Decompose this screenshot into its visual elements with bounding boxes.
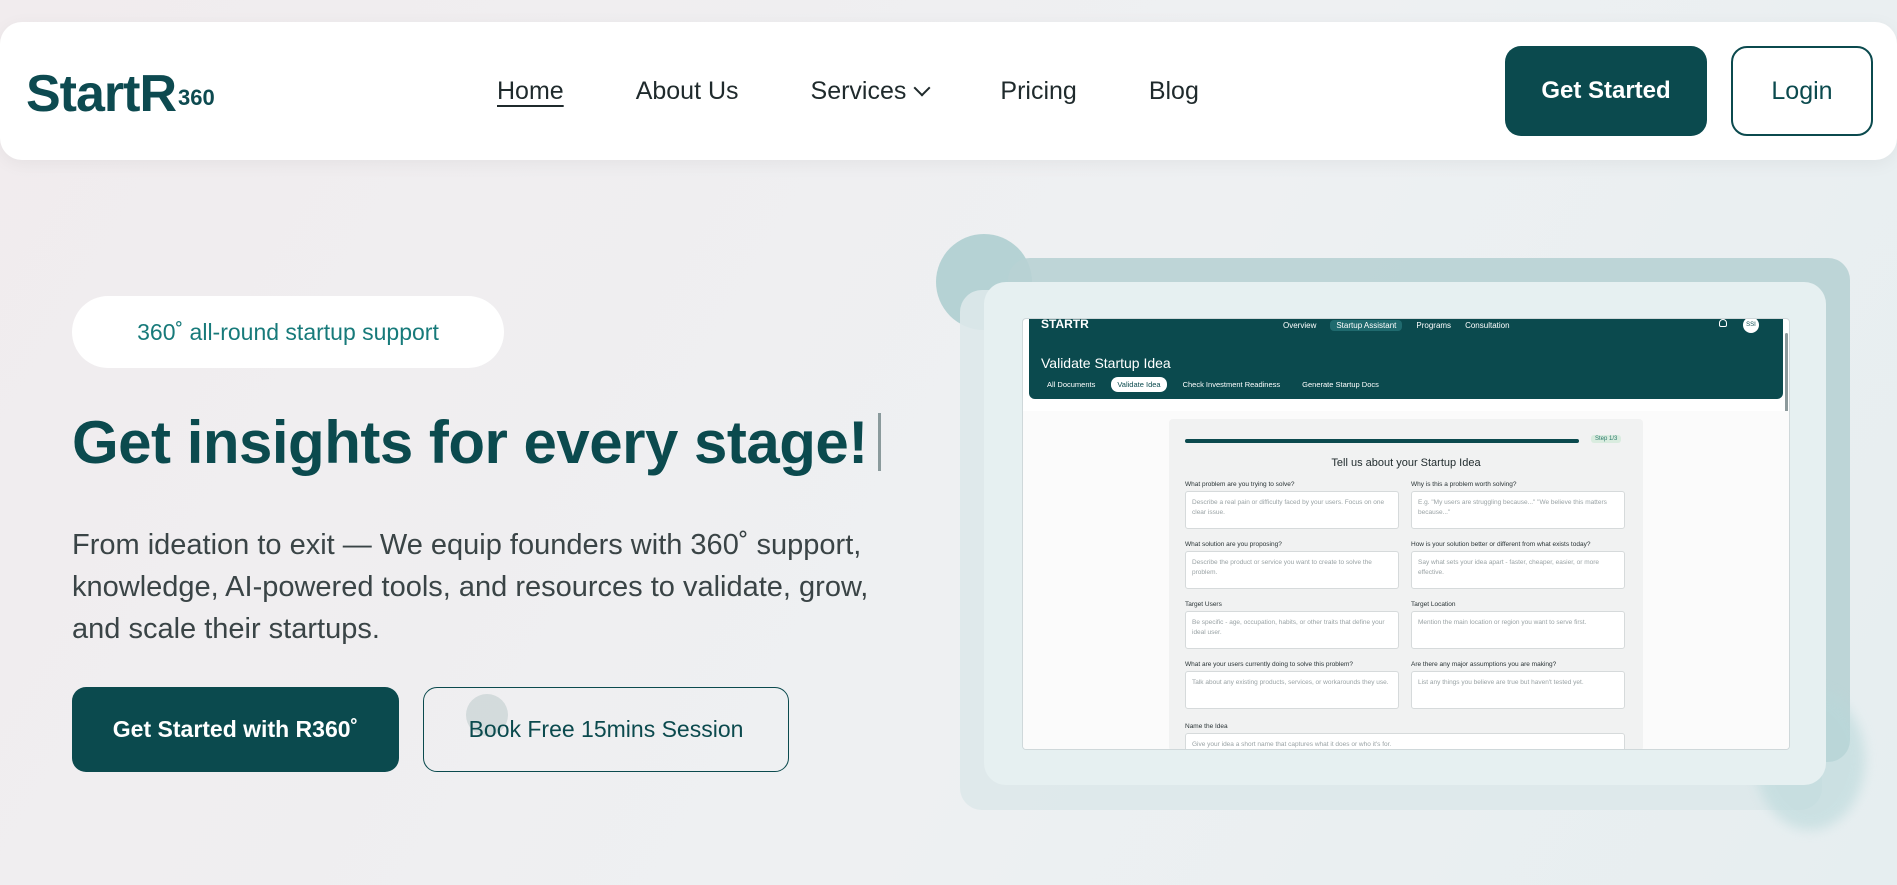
nav-blog-link[interactable]: Blog [1149, 77, 1199, 106]
preview-header: STARTR Overview Startup Assistant Progra… [1029, 319, 1783, 399]
preview-tabs: All Documents Validate Idea Check Invest… [1041, 377, 1385, 392]
bell-icon [1719, 319, 1727, 327]
preview-field-input: Talk about any existing products, servic… [1185, 671, 1399, 709]
preview-field-label: What problem are you trying to solve? [1185, 481, 1295, 488]
preview-progress-bar [1185, 439, 1579, 443]
preview-field-label: Are there any major assumptions you are … [1411, 661, 1557, 668]
preview-nav-item: Overview [1283, 320, 1317, 330]
preview-field-input: Give your idea a short name that capture… [1185, 733, 1625, 749]
book-session-button[interactable]: Book Free 15mins Session [423, 687, 789, 772]
preview-field-label: How is your solution better or different… [1411, 541, 1591, 548]
logo-text: StartR [26, 65, 177, 123]
hero-subtext: From ideation to exit — We equip founder… [72, 529, 869, 645]
preview-field-input: Mention the main location or region you … [1411, 611, 1625, 649]
preview-nav-item-active: Startup Assistant [1330, 319, 1403, 331]
preview-field-input: Describe the product or service you want… [1185, 551, 1399, 589]
preview-field-input: Be specific - age, occupation, habits, o… [1185, 611, 1399, 649]
preview-nav-item: Programs [1416, 320, 1452, 330]
nav-services-dropdown[interactable]: Services [810, 76, 931, 106]
chevron-down-icon [913, 79, 931, 97]
preview-tab: Check Investment Readiness [1182, 380, 1281, 389]
preview-nav-item: Consultation [1465, 320, 1510, 330]
preview-field-label: Why is this a problem worth solving? [1411, 481, 1517, 488]
preview-field-input: Describe a real pain or difficulty faced… [1185, 491, 1399, 529]
logo[interactable]: StartR 360 [26, 56, 216, 132]
preview-field-input: Say what sets your idea apart - faster, … [1411, 551, 1625, 589]
preview-field-label: What are your users currently doing to s… [1185, 661, 1353, 668]
typing-caret [877, 413, 881, 471]
main-nav: Home About Us Services Pricing Blog [497, 22, 1199, 160]
hero-headline: Get insights for every stage! [72, 408, 881, 477]
preview-field-label: Name the Idea [1185, 723, 1228, 730]
preview-field-input: E.g. "My users are struggling because...… [1411, 491, 1625, 529]
button-ripple [466, 694, 508, 736]
get-started-button[interactable]: Get Started [1505, 46, 1707, 136]
hero-headline-text: Get insights for every stage! [72, 409, 868, 476]
book-session-label: Book Free 15mins Session [468, 716, 744, 742]
nav-about-link[interactable]: About Us [636, 77, 739, 106]
nav-pricing-link[interactable]: Pricing [1000, 77, 1076, 106]
preview-field-input: List any things you believe are true but… [1411, 671, 1625, 709]
product-screenshot: STARTR Overview Startup Assistant Progra… [1022, 318, 1790, 750]
hero-badge: 360˚ all-round startup support [72, 296, 504, 368]
logo-sup: 360 [178, 85, 215, 110]
preview-logo: STARTR [1041, 318, 1089, 331]
preview-field-label: Target Location [1411, 601, 1456, 608]
preview-tab: Generate Startup Docs [1302, 380, 1379, 389]
preview-step-badge: Step 1/3 [1591, 435, 1622, 443]
nav-home-link[interactable]: Home [497, 77, 564, 106]
preview-form-card: Step 1/3 Tell us about your Startup Idea… [1169, 419, 1643, 749]
preview-body: Step 1/3 Tell us about your Startup Idea… [1023, 411, 1789, 749]
nav-services-label: Services [810, 76, 907, 105]
preview-field-label: Target Users [1185, 601, 1222, 608]
get-started-r360-button[interactable]: Get Started with R360˚ [72, 687, 399, 772]
preview-title: Validate Startup Idea [1041, 355, 1171, 371]
navbar: StartR 360 Home About Us Services Pricin… [0, 22, 1897, 160]
preview-tab-active: Validate Idea [1111, 377, 1167, 392]
preview-form-title: Tell us about your Startup Idea [1331, 457, 1481, 469]
preview-field-label: What solution are you proposing? [1185, 541, 1282, 548]
avatar: SSI [1743, 319, 1759, 333]
preview-tab: All Documents [1047, 380, 1096, 389]
login-button[interactable]: Login [1731, 46, 1873, 136]
preview-nav: Overview Startup Assistant Programs Cons… [1283, 319, 1510, 331]
